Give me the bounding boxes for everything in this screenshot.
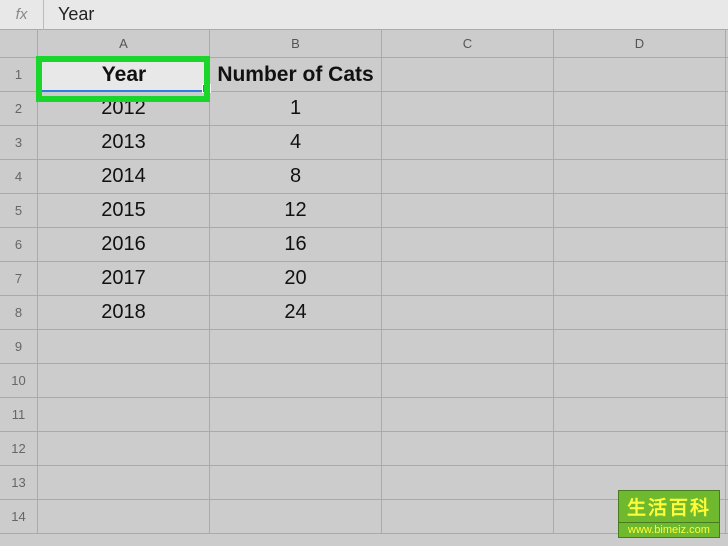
cell-b13[interactable]	[210, 466, 382, 500]
cell-c5[interactable]	[382, 194, 554, 228]
cell-a9[interactable]	[38, 330, 210, 364]
cell-c2[interactable]	[382, 92, 554, 126]
cell-b10[interactable]	[210, 364, 382, 398]
cell-a10[interactable]	[38, 364, 210, 398]
formula-input[interactable]	[44, 4, 728, 25]
cell-a4[interactable]: 2014	[38, 160, 210, 194]
cell-d6[interactable]	[554, 228, 726, 262]
select-all-corner[interactable]	[0, 30, 38, 58]
row-header-13[interactable]: 13	[0, 466, 38, 500]
cell-a5[interactable]: 2015	[38, 194, 210, 228]
row-header-6[interactable]: 6	[0, 228, 38, 262]
fx-icon[interactable]: fx	[0, 0, 44, 30]
cell-c6[interactable]	[382, 228, 554, 262]
cell-a12[interactable]	[38, 432, 210, 466]
cell-d2[interactable]	[554, 92, 726, 126]
row-header-2[interactable]: 2	[0, 92, 38, 126]
cell-c13[interactable]	[382, 466, 554, 500]
cell-d9[interactable]	[554, 330, 726, 364]
cell-c4[interactable]	[382, 160, 554, 194]
cell-d5[interactable]	[554, 194, 726, 228]
cell-c1[interactable]	[382, 58, 554, 92]
cell-a1[interactable]: Year	[38, 58, 210, 92]
row-header-4[interactable]: 4	[0, 160, 38, 194]
cell-d1[interactable]	[554, 58, 726, 92]
cell-c3[interactable]	[382, 126, 554, 160]
row-header-7[interactable]: 7	[0, 262, 38, 296]
cell-d10[interactable]	[554, 364, 726, 398]
cell-b7[interactable]: 20	[210, 262, 382, 296]
cell-a2[interactable]: 2012	[38, 92, 210, 126]
cell-a7[interactable]: 2017	[38, 262, 210, 296]
cell-b11[interactable]	[210, 398, 382, 432]
watermark-url: www.bimeiz.com	[618, 523, 720, 538]
cell-d12[interactable]	[554, 432, 726, 466]
cell-b8[interactable]: 24	[210, 296, 382, 330]
row-header-1[interactable]: 1	[0, 58, 38, 92]
row-header-11[interactable]: 11	[0, 398, 38, 432]
cell-a3[interactable]: 2013	[38, 126, 210, 160]
cell-b5[interactable]: 12	[210, 194, 382, 228]
watermark: 生活百科 www.bimeiz.com	[618, 490, 720, 538]
cell-a14[interactable]	[38, 500, 210, 534]
col-header-a[interactable]: A	[38, 30, 210, 58]
row-header-12[interactable]: 12	[0, 432, 38, 466]
cell-c7[interactable]	[382, 262, 554, 296]
cell-d7[interactable]	[554, 262, 726, 296]
cell-a6[interactable]: 2016	[38, 228, 210, 262]
row-header-10[interactable]: 10	[0, 364, 38, 398]
cell-d4[interactable]	[554, 160, 726, 194]
cell-c10[interactable]	[382, 364, 554, 398]
cell-d8[interactable]	[554, 296, 726, 330]
col-header-b[interactable]: B	[210, 30, 382, 58]
cell-c12[interactable]	[382, 432, 554, 466]
row-header-9[interactable]: 9	[0, 330, 38, 364]
row-header-8[interactable]: 8	[0, 296, 38, 330]
cell-c14[interactable]	[382, 500, 554, 534]
col-header-d[interactable]: D	[554, 30, 726, 58]
row-header-3[interactable]: 3	[0, 126, 38, 160]
cell-b1[interactable]: Number of Cats	[210, 58, 382, 92]
col-header-c[interactable]: C	[382, 30, 554, 58]
cell-b3[interactable]: 4	[210, 126, 382, 160]
cell-a11[interactable]	[38, 398, 210, 432]
formula-bar: fx	[0, 0, 728, 30]
cell-d3[interactable]	[554, 126, 726, 160]
cell-d11[interactable]	[554, 398, 726, 432]
cell-b12[interactable]	[210, 432, 382, 466]
row-header-14[interactable]: 14	[0, 500, 38, 534]
cell-c11[interactable]	[382, 398, 554, 432]
cell-b2[interactable]: 1	[210, 92, 382, 126]
cell-b4[interactable]: 8	[210, 160, 382, 194]
cell-b6[interactable]: 16	[210, 228, 382, 262]
cell-b14[interactable]	[210, 500, 382, 534]
cell-c9[interactable]	[382, 330, 554, 364]
watermark-title: 生活百科	[618, 490, 720, 523]
spreadsheet-grid: A B C D E 1 Year Number of Cats 2 2012 1…	[0, 30, 728, 534]
row-header-5[interactable]: 5	[0, 194, 38, 228]
cell-a8[interactable]: 2018	[38, 296, 210, 330]
cell-c8[interactable]	[382, 296, 554, 330]
cell-b9[interactable]	[210, 330, 382, 364]
cell-a13[interactable]	[38, 466, 210, 500]
